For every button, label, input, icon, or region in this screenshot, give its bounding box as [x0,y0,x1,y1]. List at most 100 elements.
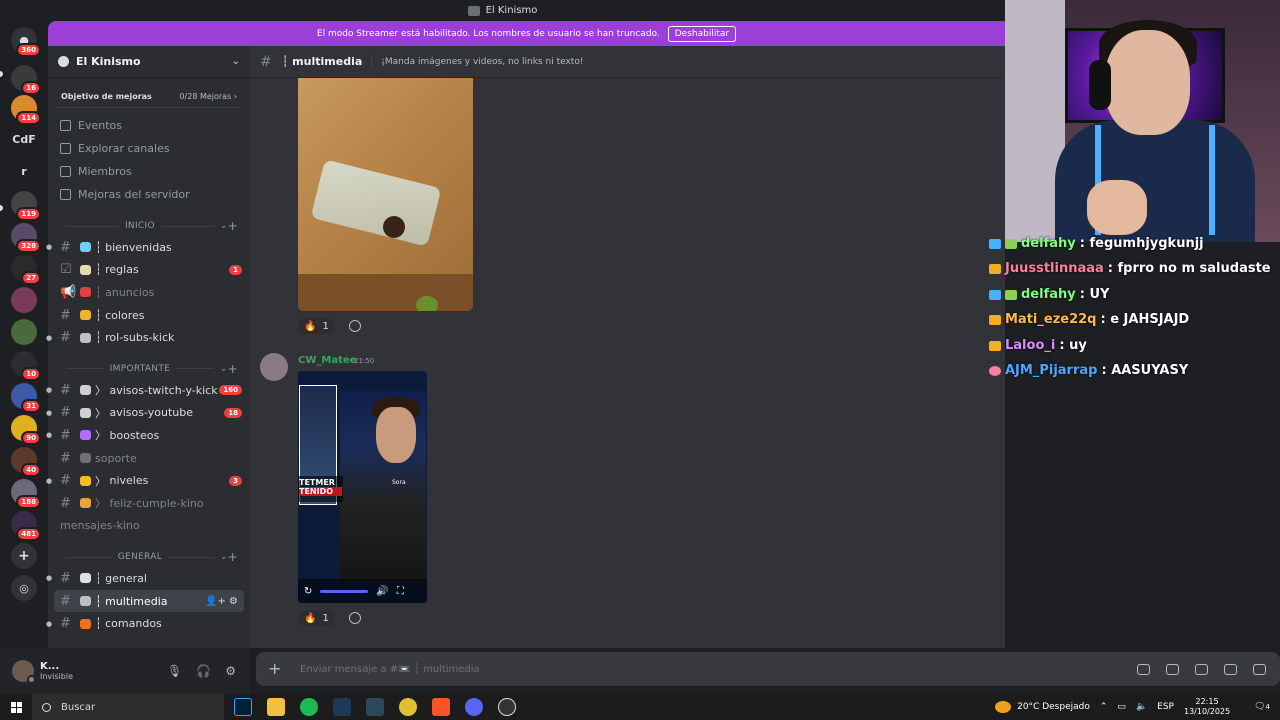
category-general[interactable]: GENERAL ⌄ + [48,547,250,567]
mentions-badge: 10 [21,367,41,381]
server-icon[interactable]: 16 [11,65,41,95]
channel-reglas[interactable]: ☑ ┆ reglas 1 [48,259,250,282]
chevron-up-icon[interactable]: ⌃ [1100,702,1108,712]
server-icon[interactable]: 328 [11,223,41,253]
server-icon[interactable]: 119 [11,191,41,221]
boost-goal[interactable]: Objetivo de mejoras 0/28 Mejoras › [56,86,242,108]
message-composer[interactable]: + Enviar mensaje a #📼 ┆ multimedia [256,652,1280,686]
window-title: El Kinismo [485,5,538,16]
server-r[interactable]: r [11,158,37,184]
webcam-person-body [1055,120,1255,242]
channel-niveles[interactable]: ● # 〉 niveles 3 [46,469,250,492]
gift-icon[interactable] [1137,663,1150,675]
server-icon[interactable]: 90 [11,415,41,445]
windows-start-icon[interactable] [0,694,32,720]
channel-colores[interactable]: # ┆ colores [48,304,250,327]
message-input[interactable]: Enviar mensaje a #📼 ┆ multimedia [300,664,480,675]
vhs-icon [80,596,91,607]
notifications-icon[interactable]: 🗨4 [1254,702,1270,712]
avatar[interactable] [260,353,288,381]
fire-reaction[interactable]: 🔥 1 [298,318,335,334]
boost-icon [60,189,71,200]
server-icon[interactable] [11,319,37,345]
language-indicator[interactable]: ESP [1157,702,1174,712]
photoshop-icon[interactable] [234,698,252,716]
channel-comandos[interactable]: ● # ┆ comandos [46,612,250,635]
server-icon[interactable]: 27 [11,255,41,285]
discover-icon[interactable]: ◎ [11,575,37,601]
server-icon[interactable]: 114 [11,95,41,125]
obs-icon[interactable] [498,698,516,716]
server-icon [467,5,480,16]
replay-icon[interactable]: ↻ [304,586,312,597]
discord-home-icon[interactable]: ● 360 [11,27,41,57]
channel-anuncios[interactable]: 📢 ┆ anuncios [48,281,250,304]
volume-icon[interactable]: 🔈 [1136,702,1147,712]
fire-reaction[interactable]: 🔥 1 [298,610,335,626]
server-badge-icon [58,56,69,67]
nav-browse-channels[interactable]: Explorar canales [48,137,250,160]
add-server-icon[interactable]: + [11,543,37,569]
server-cdf[interactable]: CdF [11,126,37,152]
clock[interactable]: 22:15 13/10/2025 [1184,697,1230,717]
add-reaction-icon[interactable] [348,320,361,332]
vegas-icon[interactable] [333,698,351,716]
add-attachment-icon[interactable]: + [268,661,282,677]
app-icon[interactable] [366,698,384,716]
channel-settings-icon[interactable]: 👤+ ⚙ [205,596,238,607]
channel-bienvenidas[interactable]: ● # ┆ bienvenidas [46,236,250,259]
add-channel-icon[interactable]: + [228,362,238,376]
server-icon[interactable] [11,287,37,313]
video-attachment[interactable]: TETMER TENIDO Sora ↻ 🔊 ⛶ [298,371,427,603]
gear-emoji-icon [80,332,91,343]
channel-avisos-twitch-y-kick[interactable]: ● # 〉 avisos-twitch-y-kick 160 [46,379,250,402]
apps-icon[interactable] [1253,663,1266,675]
channel-avisos-youtube[interactable]: ● # 〉 avisos-youtube 18 [46,402,250,425]
channel-mensajes-kino[interactable]: mensajes-kino [48,515,250,538]
nav-server-boosts[interactable]: Mejoras del servidor [48,183,250,206]
nav-members[interactable]: Miembros [48,160,250,183]
fullscreen-icon[interactable]: ⛶ [397,586,404,597]
taskbar-search[interactable]: Buscar [32,694,224,720]
avatar[interactable] [12,660,36,684]
server-icon[interactable]: 31 [11,383,41,413]
headphones-icon[interactable]: 🎧 [196,664,211,678]
category-importante[interactable]: IMPORTANTE ⌄ + [48,359,250,379]
message-author[interactable]: CW_Matee [298,355,356,366]
server-icon[interactable]: 10 [11,351,41,381]
category-inicio[interactable]: INICIO ⌄ + [48,216,250,236]
user-panel: K... Invisible 🎙 🎧 ⚙ [0,648,250,694]
channel-multimedia[interactable]: # ┆ multimedia 👤+ ⚙ [54,589,244,613]
nav-events[interactable]: Eventos [48,114,250,137]
add-channel-icon[interactable]: + [228,219,238,233]
video-progress-bar[interactable] [320,589,369,593]
channel-title: ┆ multimedia [281,55,363,68]
add-channel-icon[interactable]: + [228,550,238,564]
emoji-icon[interactable] [1224,663,1237,675]
channel-feliz-cumple-kino[interactable]: # 〉 feliz-cumple-kino [48,492,250,515]
server-header[interactable]: El Kinismo ⌄ [48,46,250,78]
sticker-icon[interactable] [1195,663,1208,675]
channel-boosteos[interactable]: ● # 〉 boosteos [46,424,250,447]
volume-icon[interactable]: 🔊 [376,586,388,597]
channel-soporte[interactable]: # soporte [48,447,250,470]
file-explorer-icon[interactable] [267,698,285,716]
app-icon[interactable] [399,698,417,716]
microphone-icon[interactable]: 🎙 [167,664,182,678]
server-icon[interactable]: 40 [11,447,41,477]
gear-icon[interactable]: ⚙ [225,664,236,678]
discord-icon[interactable] [465,698,483,716]
add-reaction-icon[interactable] [348,612,361,624]
server-icon[interactable]: 481 [11,511,41,541]
brave-icon[interactable] [432,698,450,716]
attachment-image[interactable] [298,78,473,311]
spotify-icon[interactable] [300,698,318,716]
disable-streamer-button[interactable]: Deshabilitar [667,25,737,42]
gif-icon[interactable] [1166,663,1179,675]
streamer-mode-banner: El modo Streamer está habilitado. Los no… [48,21,1005,46]
stream-chat: delfahy: fegumhjygkunjj Juusstlinnaaa: f… [985,236,1280,382]
network-icon[interactable]: ▭ [1117,702,1126,712]
server-icon[interactable]: 188 [11,479,41,509]
channel-rol-subs-kick[interactable]: ● # ┆ rol-subs-kick [46,326,250,349]
channel-general[interactable]: ● # ┆ general [46,567,250,590]
